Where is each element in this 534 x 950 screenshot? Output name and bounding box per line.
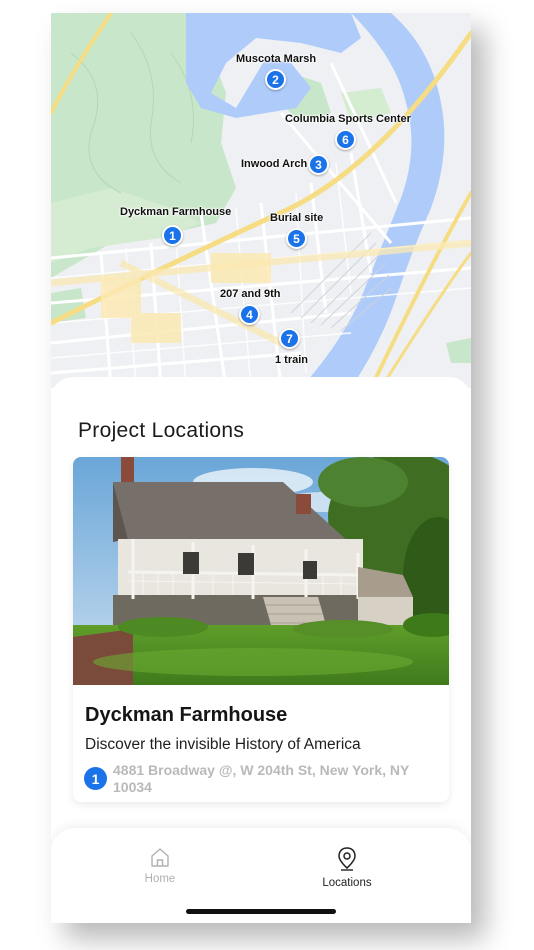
map-pin-1[interactable]: 1 [162,225,183,246]
map-pin-label: 207 and 9th [220,288,281,300]
location-pin-icon [338,847,356,871]
locations-sheet: Project Locations Dyckman Farmhouse Disc… [51,377,471,857]
location-number-badge: 1 [84,767,107,790]
map-pin-7[interactable]: 7 [279,328,300,349]
tab-home[interactable]: Home [100,846,220,885]
map-base [51,13,471,388]
map-pin-6[interactable]: 6 [335,129,356,150]
home-indicator[interactable] [186,909,336,914]
tab-locations[interactable]: Locations [287,846,407,889]
location-card[interactable]: Dyckman Farmhouse Discover the invisible… [73,457,449,802]
map-pin-label: Muscota Marsh [236,53,317,65]
phone-screen: 2 Muscota Marsh 6 Columbia Sports Center… [51,13,471,923]
map-pin-label: 1 train [275,354,309,366]
map-pin-2[interactable]: 2 [265,69,286,90]
location-name: Dyckman Farmhouse [85,704,288,726]
map-pin-label: Columbia Sports Center [285,113,411,125]
tab-locations-label: Locations [322,877,372,889]
map-pin-label: Burial site [270,212,324,224]
map-pin-label: Inwood Arch [241,158,308,170]
map-pin-4[interactable]: 4 [239,304,260,325]
location-address: 4881 Broadway @, W 204th St, New York, N… [113,762,410,795]
farmhouse-photo [73,457,449,685]
map-view[interactable]: 2 Muscota Marsh 6 Columbia Sports Center… [51,13,471,388]
tab-home-label: Home [144,873,176,885]
sheet-title: Project Locations [78,419,245,442]
map-pin-label: Dyckman Farmhouse [120,206,232,218]
home-icon [151,848,169,867]
map-pin-3[interactable]: 3 [308,154,329,175]
map-pin-5[interactable]: 5 [286,228,307,249]
location-tagline: Discover the invisible History of Americ… [85,736,361,753]
